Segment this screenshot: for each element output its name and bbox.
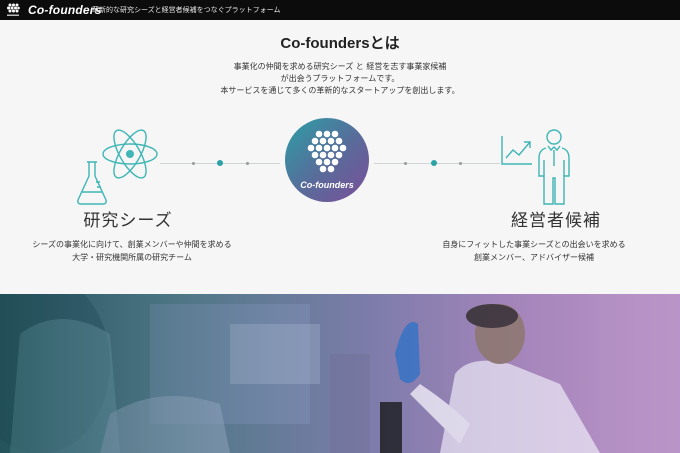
connector-dot (404, 162, 407, 165)
header-bar: Co-founders 革新的な研究シーズと経営者候補をつなぐプラットフォーム (0, 0, 680, 20)
executive-candidates-title: 経営者候補 (511, 211, 601, 231)
center-logo: Co-founders (285, 118, 369, 202)
research-line: 大学・研究機関所属の研究チーム (72, 253, 192, 262)
research-line: シーズの事業化に向けて、創業メンバーや仲間を求める (32, 240, 232, 249)
atom-icon (102, 129, 158, 179)
research-seeds-title: 研究シーズ (83, 211, 173, 231)
person-icon (538, 129, 570, 205)
research-seeds-description: シーズの事業化に向けて、創業メンバーや仲間を求める 大学・研究機関所属の研究チー… (0, 238, 277, 264)
brand-tagline: 革新的な研究シーズと経営者候補をつなぐプラットフォーム (92, 6, 281, 14)
intro-line: が出会うプラットフォームです。 (280, 74, 400, 83)
intro-description: 事業化の仲間を求める研究シーズ と 経営を志す事業家候補 が出会うプラットフォー… (0, 61, 680, 97)
connector-dot (431, 160, 437, 166)
connector-dot (192, 162, 195, 165)
intro-line: 事業化の仲間を求める研究シーズ と 経営を志す事業家候補 (233, 62, 447, 71)
connector-right (374, 163, 500, 164)
section-title: Co-foundersとは (280, 35, 400, 52)
executive-line: 自身にフィットした事業シーズとの出会いを求める (442, 240, 626, 249)
connector-dot (459, 162, 462, 165)
brand-name[interactable]: Co-founders (28, 3, 102, 17)
laboratory-photo (0, 294, 680, 453)
honeycomb-logo-icon[interactable] (6, 2, 20, 18)
growth-chart-icon (501, 136, 532, 165)
center-logo-label: Co-founders (300, 180, 354, 190)
honeycomb-icon (307, 130, 347, 173)
executive-line: 創業メンバー、アドバイザー候補 (474, 253, 594, 262)
connector-dot (217, 160, 223, 166)
connector-dot (246, 162, 249, 165)
laboratory-photo-illustration (0, 294, 680, 453)
executive-candidates-description: 自身にフィットした事業シーズとの出会いを求める 創業メンバー、アドバイザー候補 (389, 238, 679, 264)
intro-line: 本サービスを通じて多くの革新的なスタートアップを創出します。 (220, 86, 460, 95)
